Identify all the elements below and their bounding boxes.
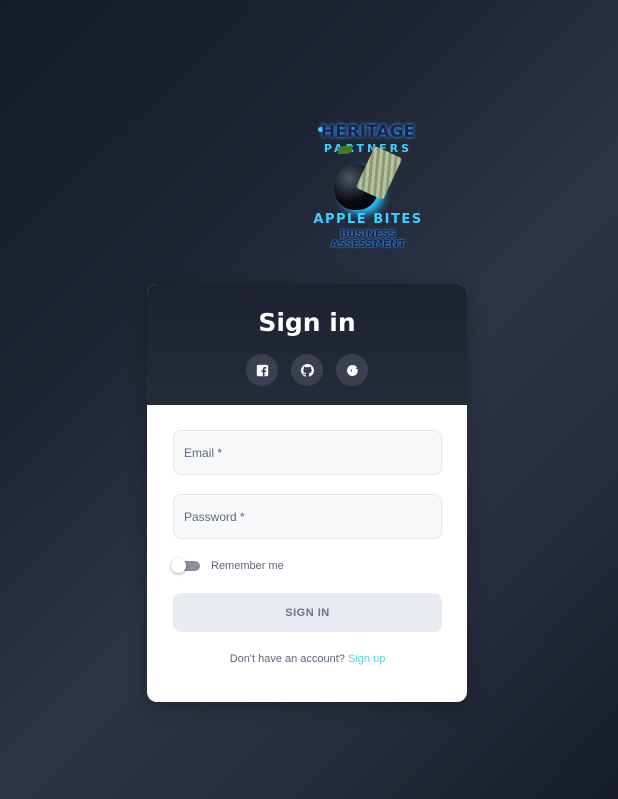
logo-text-heritage: HERITAGE (320, 122, 416, 142)
email-field-wrapper (173, 430, 442, 475)
email-field[interactable] (174, 431, 441, 474)
page-title: Sign in (258, 308, 356, 337)
signup-prompt-text: Don't have an account? (229, 653, 345, 665)
password-field-wrapper (173, 494, 442, 539)
signup-prompt: Don't have an account? Sign up (173, 653, 442, 665)
github-login-button[interactable] (291, 354, 323, 386)
google-login-button[interactable] (336, 354, 368, 386)
sign-in-button[interactable]: SIGN IN (173, 593, 442, 632)
logo-text-assessment: ASSESSMENT (330, 239, 406, 250)
remember-me-label: Remember me (211, 560, 284, 572)
facebook-icon (256, 364, 268, 376)
signin-form: Remember me SIGN IN Don't have an accoun… (147, 405, 467, 665)
facebook-login-button[interactable] (246, 354, 278, 386)
remember-me-toggle[interactable] (171, 558, 200, 573)
logo-text-apple-bites: APPLE BITES (313, 212, 423, 227)
social-login-row (147, 354, 467, 386)
github-icon (300, 363, 314, 377)
signin-card: Sign in Email * Remember me SIGN IN Don'… (147, 284, 467, 702)
apple-leaf-icon (338, 146, 352, 154)
google-icon (346, 364, 358, 376)
toggle-knob (171, 558, 186, 573)
brand-logo: HERITAGE PARTNERS APPLE BITES BUSINESS A… (300, 118, 436, 258)
remember-me-row: Remember me (171, 558, 442, 574)
sign-up-link[interactable]: Sign up (348, 653, 385, 665)
card-header: Sign in (147, 284, 467, 405)
logo-text-partners: PARTNERS (323, 142, 413, 155)
logo-text-business-assessment: BUSINESS ASSESSMENT (300, 230, 436, 250)
password-field[interactable] (174, 495, 441, 538)
